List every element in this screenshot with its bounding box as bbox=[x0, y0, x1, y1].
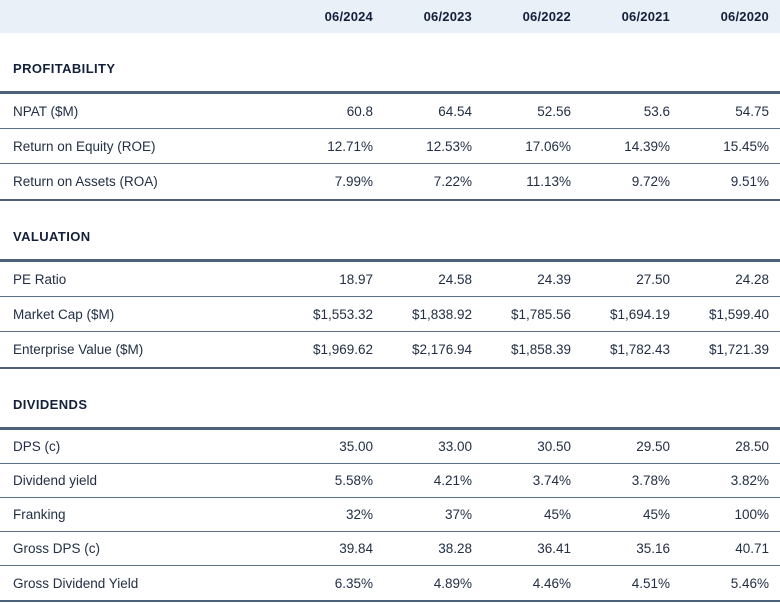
row-value: 40.71 bbox=[681, 541, 780, 556]
row-value: 24.39 bbox=[483, 272, 582, 287]
row-label: Dividend yield bbox=[0, 473, 285, 488]
row-value: 36.41 bbox=[483, 541, 582, 556]
row-value: 3.82% bbox=[681, 473, 780, 488]
section-profitability: PROFITABILITYNPAT ($M)60.864.5452.5653.6… bbox=[0, 33, 780, 201]
row-value: 4.46% bbox=[483, 576, 582, 591]
row-value: 29.50 bbox=[582, 439, 681, 454]
row-value: $1,858.39 bbox=[483, 342, 582, 357]
row-value: 7.22% bbox=[384, 174, 483, 189]
row-value: 45% bbox=[483, 507, 582, 522]
row-value: 53.6 bbox=[582, 104, 681, 119]
row-value: 45% bbox=[582, 507, 681, 522]
year-column-header: 06/2023 bbox=[384, 9, 483, 24]
row-label: PE Ratio bbox=[0, 272, 285, 287]
table-row: Return on Equity (ROE)12.71%12.53%17.06%… bbox=[0, 129, 780, 164]
row-value: 38.28 bbox=[384, 541, 483, 556]
year-column-header: 06/2021 bbox=[582, 9, 681, 24]
row-value: 4.89% bbox=[384, 576, 483, 591]
section-title: DIVIDENDS bbox=[0, 369, 780, 427]
row-label: Gross DPS (c) bbox=[0, 541, 285, 556]
section-table: NPAT ($M)60.864.5452.5653.654.75Return o… bbox=[0, 91, 780, 201]
row-value: 64.54 bbox=[384, 104, 483, 119]
section-table: DPS (c)35.0033.0030.5029.5028.50Dividend… bbox=[0, 427, 780, 602]
row-value: 24.58 bbox=[384, 272, 483, 287]
row-value: 4.51% bbox=[582, 576, 681, 591]
row-value: 54.75 bbox=[681, 104, 780, 119]
table-row: PE Ratio18.9724.5824.3927.5024.28 bbox=[0, 262, 780, 297]
section-title: VALUATION bbox=[0, 201, 780, 259]
row-value: 24.28 bbox=[681, 272, 780, 287]
section-dividends: DIVIDENDSDPS (c)35.0033.0030.5029.5028.5… bbox=[0, 369, 780, 602]
row-value: 3.74% bbox=[483, 473, 582, 488]
table-row: Market Cap ($M)$1,553.32$1,838.92$1,785.… bbox=[0, 297, 780, 332]
row-value: 60.8 bbox=[285, 104, 384, 119]
financial-metrics-table: 06/2024 06/2023 06/2022 06/2021 06/2020 … bbox=[0, 0, 780, 602]
row-value: $1,969.62 bbox=[285, 342, 384, 357]
row-value: 37% bbox=[384, 507, 483, 522]
row-value: 12.53% bbox=[384, 139, 483, 154]
row-value: 17.06% bbox=[483, 139, 582, 154]
row-value: 3.78% bbox=[582, 473, 681, 488]
row-value: 100% bbox=[681, 507, 780, 522]
row-value: $1,553.32 bbox=[285, 307, 384, 322]
row-value: 6.35% bbox=[285, 576, 384, 591]
row-value: $1,694.19 bbox=[582, 307, 681, 322]
table-row: Dividend yield5.58%4.21%3.74%3.78%3.82% bbox=[0, 464, 780, 498]
row-value: 35.16 bbox=[582, 541, 681, 556]
row-value: 32% bbox=[285, 507, 384, 522]
row-value: 35.00 bbox=[285, 439, 384, 454]
row-value: 18.97 bbox=[285, 272, 384, 287]
row-label: Return on Assets (ROA) bbox=[0, 174, 285, 189]
row-value: 4.21% bbox=[384, 473, 483, 488]
section-table: PE Ratio18.9724.5824.3927.5024.28Market … bbox=[0, 259, 780, 369]
row-label: Gross Dividend Yield bbox=[0, 576, 285, 591]
row-value: 39.84 bbox=[285, 541, 384, 556]
year-column-header: 06/2024 bbox=[285, 9, 384, 24]
year-column-header: 06/2022 bbox=[483, 9, 582, 24]
section-valuation: VALUATIONPE Ratio18.9724.5824.3927.5024.… bbox=[0, 201, 780, 369]
sections-container: PROFITABILITYNPAT ($M)60.864.5452.5653.6… bbox=[0, 33, 780, 602]
table-row: Enterprise Value ($M)$1,969.62$2,176.94$… bbox=[0, 332, 780, 367]
section-title: PROFITABILITY bbox=[0, 33, 780, 91]
row-value: 5.46% bbox=[681, 576, 780, 591]
table-row: NPAT ($M)60.864.5452.5653.654.75 bbox=[0, 94, 780, 129]
row-label: Enterprise Value ($M) bbox=[0, 342, 285, 357]
row-value: 9.72% bbox=[582, 174, 681, 189]
row-value: 14.39% bbox=[582, 139, 681, 154]
row-value: 52.56 bbox=[483, 104, 582, 119]
row-value: 30.50 bbox=[483, 439, 582, 454]
row-value: 11.13% bbox=[483, 174, 582, 189]
table-row: Gross DPS (c)39.8438.2836.4135.1640.71 bbox=[0, 532, 780, 566]
row-value: 7.99% bbox=[285, 174, 384, 189]
table-row: Franking32%37%45%45%100% bbox=[0, 498, 780, 532]
row-label: DPS (c) bbox=[0, 439, 285, 454]
row-value: $1,599.40 bbox=[681, 307, 780, 322]
row-value: 15.45% bbox=[681, 139, 780, 154]
row-label: Return on Equity (ROE) bbox=[0, 139, 285, 154]
year-column-header: 06/2020 bbox=[681, 9, 780, 24]
row-label: NPAT ($M) bbox=[0, 104, 285, 119]
row-value: $1,785.56 bbox=[483, 307, 582, 322]
table-row: DPS (c)35.0033.0030.5029.5028.50 bbox=[0, 430, 780, 464]
row-value: $1,721.39 bbox=[681, 342, 780, 357]
row-value: 5.58% bbox=[285, 473, 384, 488]
row-value: 28.50 bbox=[681, 439, 780, 454]
row-value: 27.50 bbox=[582, 272, 681, 287]
year-header-row: 06/2024 06/2023 06/2022 06/2021 06/2020 bbox=[0, 0, 780, 33]
table-row: Gross Dividend Yield6.35%4.89%4.46%4.51%… bbox=[0, 566, 780, 600]
row-label: Franking bbox=[0, 507, 285, 522]
row-value: 9.51% bbox=[681, 174, 780, 189]
row-label: Market Cap ($M) bbox=[0, 307, 285, 322]
table-row: Return on Assets (ROA)7.99%7.22%11.13%9.… bbox=[0, 164, 780, 199]
row-value: $2,176.94 bbox=[384, 342, 483, 357]
row-value: 33.00 bbox=[384, 439, 483, 454]
row-value: 12.71% bbox=[285, 139, 384, 154]
row-value: $1,782.43 bbox=[582, 342, 681, 357]
row-value: $1,838.92 bbox=[384, 307, 483, 322]
